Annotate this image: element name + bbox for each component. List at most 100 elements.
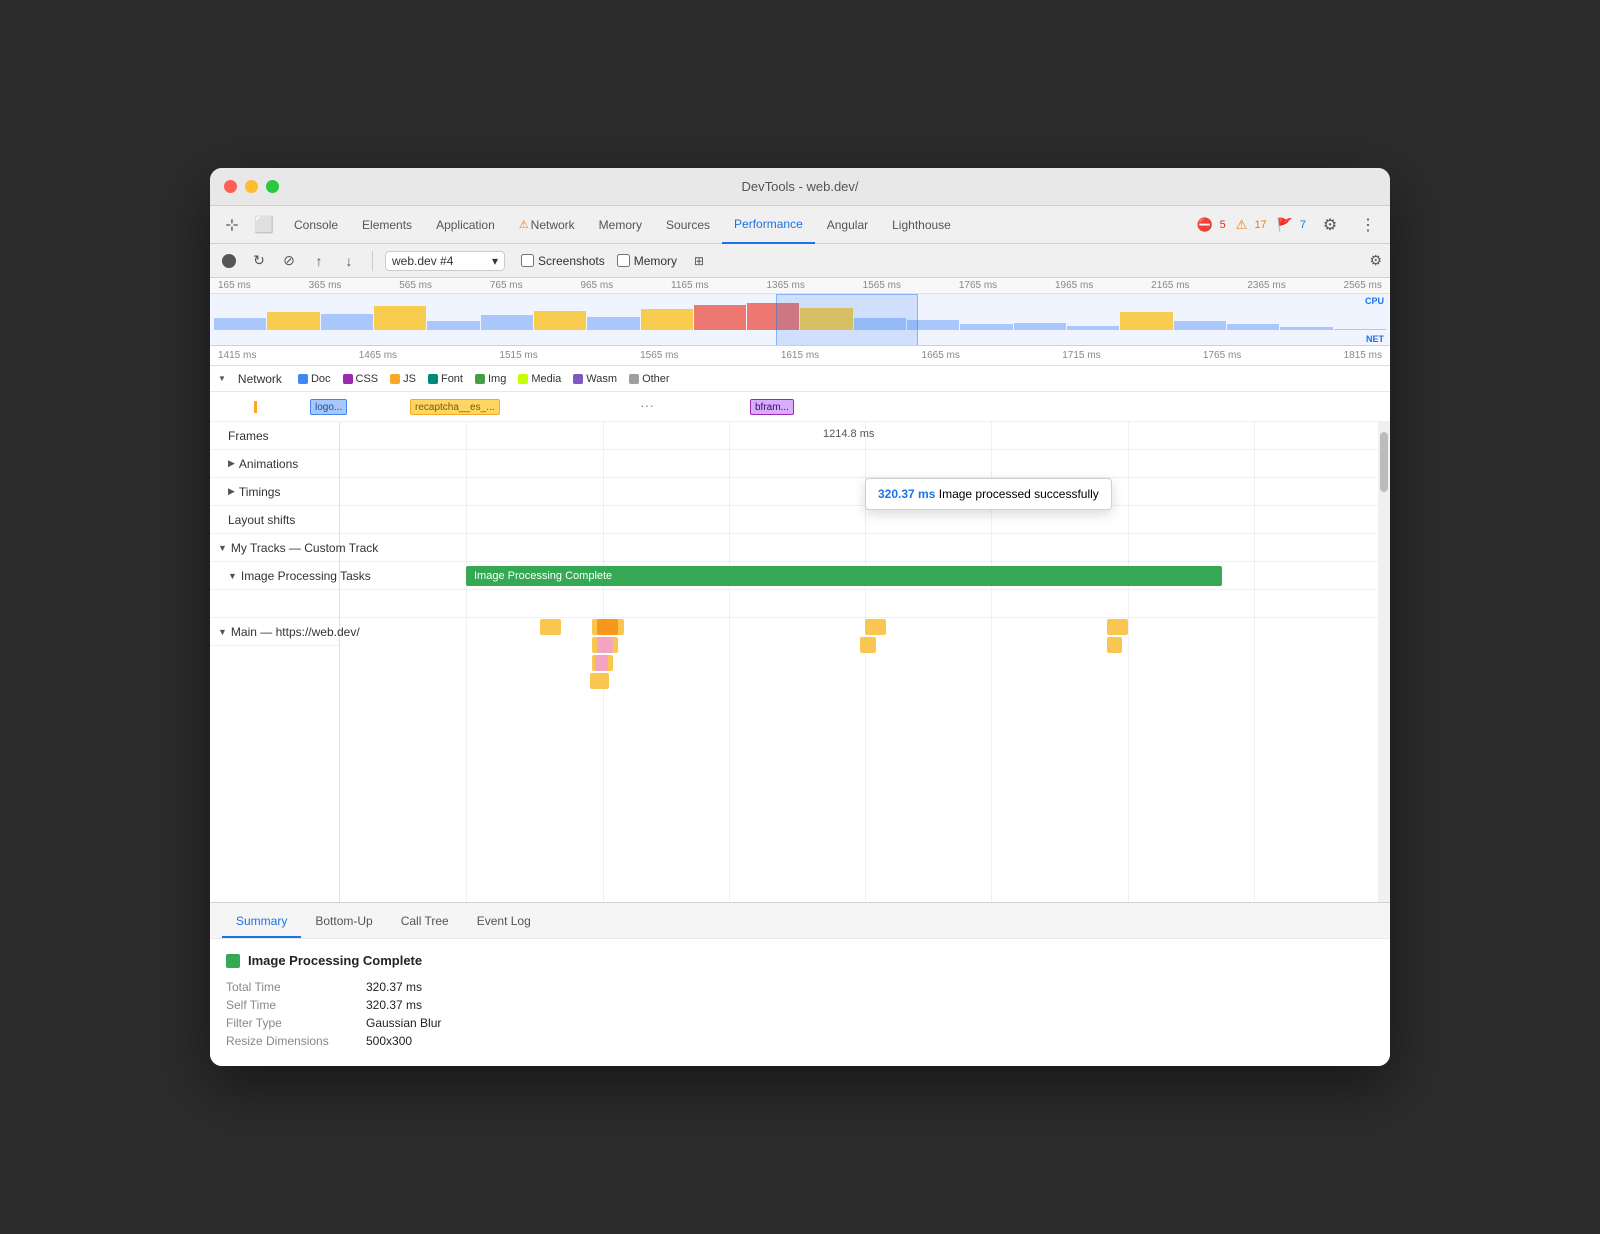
network-ellipsis: ··· [640, 397, 654, 413]
panel-row-my-tracks[interactable]: ▼ My Tracks — Custom Track [210, 534, 339, 562]
timeline-overview[interactable]: 165 ms 365 ms 565 ms 765 ms 965 ms 1165 … [210, 278, 1390, 346]
network-legend: ▼ Network Doc CSS JS Font Img [210, 366, 1390, 392]
screenshots-label: Screenshots [538, 254, 605, 268]
upload-icon: ↑ [316, 253, 323, 269]
layout-shifts-label: Layout shifts [228, 513, 295, 527]
bottom-tabs: Summary Bottom-Up Call Tree Event Log [210, 902, 1390, 938]
font-color [428, 374, 438, 384]
flame-row-9 [340, 762, 1390, 780]
tab-event-log[interactable]: Event Log [463, 906, 545, 938]
performance-settings-icon[interactable]: ⚙ [1369, 252, 1382, 269]
flame-bar[interactable] [597, 637, 613, 653]
network-chip-recaptcha[interactable]: recaptcha__es_... [410, 399, 500, 415]
minimize-button[interactable] [245, 180, 258, 193]
ruler-label-7: 1565 ms [863, 280, 901, 291]
legend-wasm-label: Wasm [586, 373, 617, 385]
timeline-detail-ruler: 1415 ms 1465 ms 1515 ms 1565 ms 1615 ms … [210, 346, 1390, 366]
right-panel[interactable]: 1214.8 ms Image Processing Complete 320.… [340, 422, 1390, 902]
tab-console[interactable]: Console [282, 206, 350, 244]
summary-title-text: Image Processing Complete [248, 953, 422, 968]
tab-performance[interactable]: Performance [722, 206, 815, 244]
tab-elements[interactable]: Elements [350, 206, 424, 244]
record-button[interactable] [218, 250, 240, 272]
detail-label-0: 1415 ms [218, 350, 256, 361]
timings-chevron-icon: ▶ [228, 486, 235, 497]
detail-ruler-labels: 1415 ms 1465 ms 1515 ms 1565 ms 1615 ms … [210, 350, 1390, 361]
network-toggle-icon[interactable]: ▼ [218, 374, 226, 383]
wasm-color [573, 374, 583, 384]
summary-row-resize: Resize Dimensions 500x300 [226, 1034, 1374, 1048]
warning-badge: 17 [1254, 219, 1266, 231]
main-content: Frames ▶ Animations ▶ Timings Layout shi… [210, 422, 1390, 902]
warning-triangle-icon: ⚠ [1236, 217, 1248, 233]
selected-range[interactable] [776, 294, 918, 346]
scrollbar-thumb[interactable] [1380, 432, 1388, 492]
panel-row-animations[interactable]: ▶ Animations [210, 450, 339, 478]
cpu-bar [267, 312, 319, 330]
profile-selector[interactable]: web.dev #4 ▾ [385, 251, 505, 271]
flame-bar[interactable] [1107, 637, 1123, 653]
timeline-minimap[interactable]: CPU NET [210, 294, 1390, 346]
memory-label: Memory [634, 254, 677, 268]
legend-img: Img [475, 373, 506, 385]
flame-row-12 [340, 816, 1390, 834]
inspect-icon[interactable]: ⊹ [218, 211, 246, 239]
frame-time-value: 1214.8 ms [823, 428, 874, 440]
panel-row-image-processing[interactable]: ▼ Image Processing Tasks [210, 562, 339, 590]
tab-bottom-up[interactable]: Bottom-Up [301, 906, 386, 938]
flame-bar[interactable] [590, 673, 609, 689]
flame-bar[interactable] [1107, 619, 1128, 635]
processing-bar[interactable]: Image Processing Complete [466, 566, 1222, 586]
panel-row-main[interactable]: ▼ Main — https://web.dev/ [210, 618, 339, 646]
detail-label-2: 1515 ms [499, 350, 537, 361]
upload-button[interactable]: ↑ [308, 250, 330, 272]
tab-angular[interactable]: Angular [815, 206, 880, 244]
panel-row-layout-shifts[interactable]: Layout shifts [210, 506, 339, 534]
reload-button[interactable]: ↻ [248, 250, 270, 272]
flame-row-4 [340, 672, 1390, 690]
toolbar-right: ⛔ 5 ⚠ 17 🚩 7 ⚙ ⋮ [1196, 211, 1382, 239]
flame-bar[interactable] [540, 619, 561, 635]
network-chip-logo[interactable]: logo... [310, 399, 347, 415]
network-chip-bfram[interactable]: bfram... [750, 399, 794, 415]
tab-memory[interactable]: Memory [587, 206, 654, 244]
tab-sources[interactable]: Sources [654, 206, 722, 244]
flame-bar[interactable] [595, 655, 608, 671]
screenshots-input[interactable] [521, 254, 534, 267]
close-button[interactable] [224, 180, 237, 193]
scrollbar-track[interactable] [1378, 422, 1390, 902]
tab-application[interactable]: Application [424, 206, 507, 244]
download-button[interactable]: ↓ [338, 250, 360, 272]
tab-network[interactable]: ⚠ Network [507, 206, 587, 244]
settings-icon[interactable]: ⚙ [1316, 211, 1344, 239]
network-section-label: Network [238, 372, 282, 386]
timeline-top-ruler: 165 ms 365 ms 565 ms 765 ms 965 ms 1165 … [210, 278, 1390, 294]
summary-val-self: 320.37 ms [366, 998, 422, 1012]
tab-summary[interactable]: Summary [222, 906, 301, 938]
legend-font-label: Font [441, 373, 463, 385]
panel-row-frames[interactable]: Frames [210, 422, 339, 450]
timings-label: Timings [239, 485, 281, 499]
screenshots-checkbox[interactable]: Screenshots [521, 254, 605, 268]
maximize-button[interactable] [266, 180, 279, 193]
memory-settings-icon[interactable]: ⊞ [689, 251, 709, 271]
controls-bar: ↻ ⊘ ↑ ↓ web.dev #4 ▾ Screenshots Memory … [210, 244, 1390, 278]
clear-button[interactable]: ⊘ [278, 250, 300, 272]
legend-font: Font [428, 373, 463, 385]
error-circle-icon: ⛔ [1196, 217, 1212, 233]
titlebar: DevTools - web.dev/ [210, 168, 1390, 206]
more-icon[interactable]: ⋮ [1354, 211, 1382, 239]
flame-bar[interactable] [865, 619, 886, 635]
memory-input[interactable] [617, 254, 630, 267]
memory-checkbox[interactable]: Memory [617, 254, 677, 268]
detail-label-6: 1715 ms [1062, 350, 1100, 361]
tab-lighthouse[interactable]: Lighthouse [880, 206, 963, 244]
detail-label-1: 1465 ms [359, 350, 397, 361]
flame-bar[interactable] [597, 619, 618, 635]
panel-row-timings[interactable]: ▶ Timings [210, 478, 339, 506]
record-circle-icon [222, 254, 236, 268]
detail-label-4: 1615 ms [781, 350, 819, 361]
flame-bar[interactable] [860, 637, 876, 653]
tab-call-tree[interactable]: Call Tree [387, 906, 463, 938]
device-icon[interactable]: ⬜ [250, 211, 278, 239]
